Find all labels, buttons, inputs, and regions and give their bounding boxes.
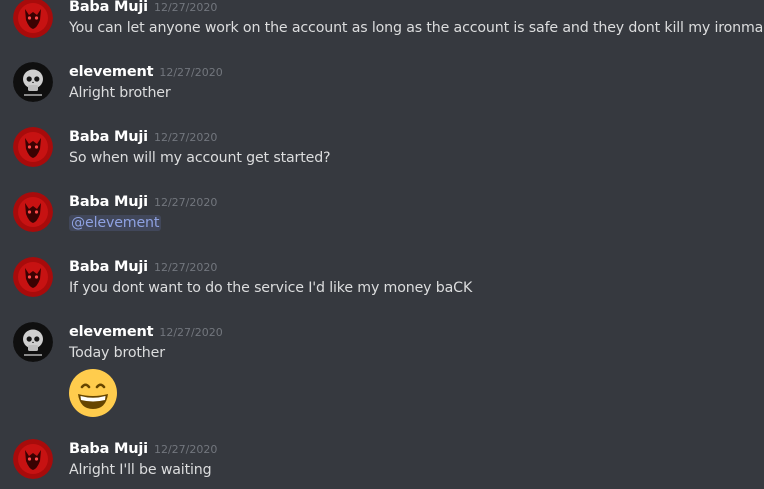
message-text: You can let anyone work on the account a… bbox=[69, 20, 764, 36]
message-text: Alright brother bbox=[69, 85, 171, 101]
avatar-baba-muji[interactable] bbox=[13, 192, 53, 232]
message-text: If you dont want to do the service I'd l… bbox=[69, 280, 473, 296]
grinning-face-emoji-icon[interactable] bbox=[68, 368, 118, 418]
red-demon-avatar-icon bbox=[13, 257, 53, 297]
timestamp: 12/27/2020 bbox=[153, 443, 218, 456]
red-demon-avatar-icon bbox=[13, 0, 53, 38]
timestamp: 12/27/2020 bbox=[153, 1, 218, 14]
avatar-elevement[interactable] bbox=[13, 62, 53, 102]
avatar-baba-muji[interactable] bbox=[13, 439, 53, 479]
avatar-baba-muji[interactable] bbox=[13, 127, 53, 167]
username[interactable]: Baba Muji bbox=[69, 259, 148, 275]
avatar-baba-muji[interactable] bbox=[13, 257, 53, 297]
username[interactable]: elevement bbox=[69, 64, 154, 80]
red-demon-avatar-icon bbox=[13, 192, 53, 232]
avatar-elevement[interactable] bbox=[13, 322, 53, 362]
message-text: @elevement bbox=[69, 213, 162, 233]
timestamp: 12/27/2020 bbox=[153, 131, 218, 144]
timestamp: 12/27/2020 bbox=[153, 261, 218, 274]
message-text: Today brother bbox=[69, 345, 165, 361]
message-text: So when will my account get started? bbox=[69, 150, 331, 166]
username[interactable]: elevement bbox=[69, 324, 154, 340]
chat-message-list: Baba Muji 12/27/2020 You can let anyone w… bbox=[0, 0, 764, 489]
timestamp: 12/27/2020 bbox=[153, 196, 218, 209]
message-text: Alright I'll be waiting bbox=[69, 462, 212, 478]
timestamp: 12/27/2020 bbox=[159, 326, 223, 339]
red-demon-avatar-icon bbox=[13, 127, 53, 167]
skull-avatar-icon bbox=[13, 322, 53, 362]
timestamp: 12/27/2020 bbox=[159, 66, 223, 79]
red-demon-avatar-icon bbox=[13, 439, 53, 479]
avatar-baba-muji[interactable] bbox=[13, 0, 53, 38]
user-mention[interactable]: @elevement bbox=[69, 215, 162, 231]
username[interactable]: Baba Muji bbox=[69, 0, 148, 15]
username[interactable]: Baba Muji bbox=[69, 194, 148, 210]
username[interactable]: Baba Muji bbox=[69, 129, 148, 145]
username[interactable]: Baba Muji bbox=[69, 441, 148, 457]
skull-avatar-icon bbox=[13, 62, 53, 102]
